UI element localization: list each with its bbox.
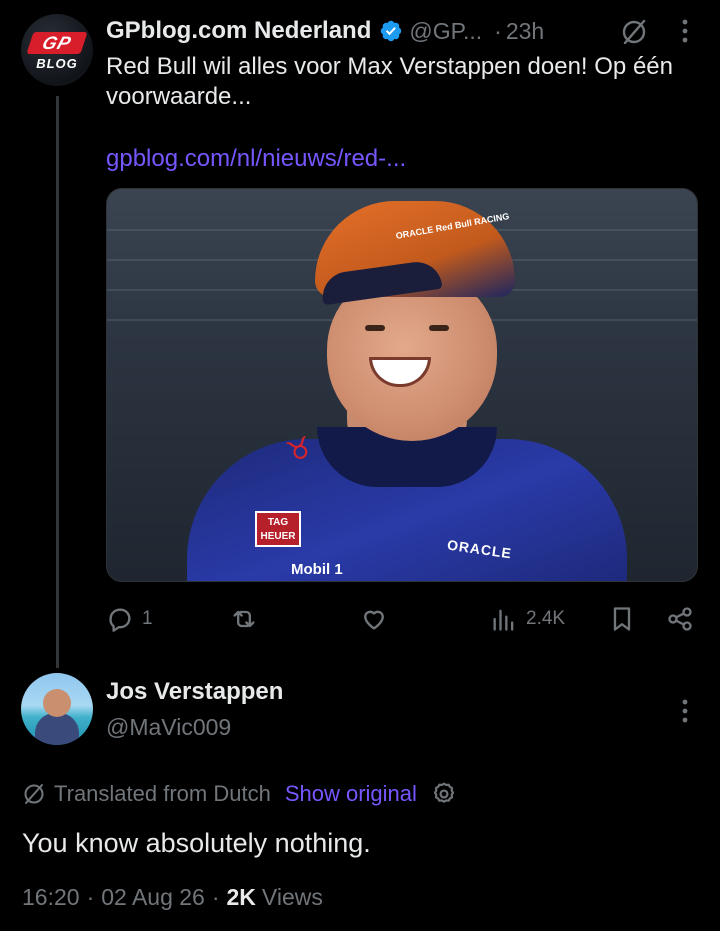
avatar-logo-gp: GP bbox=[26, 32, 88, 54]
timestamp-date[interactable]: 02 Aug 26 bbox=[101, 884, 205, 911]
tweet-text: You know absolutely nothing. bbox=[22, 828, 371, 858]
avatar-logo-blog: BLOG bbox=[36, 56, 78, 71]
author-name[interactable]: GPblog.com Nederland bbox=[106, 17, 371, 45]
share-button[interactable] bbox=[666, 602, 694, 636]
avatar[interactable] bbox=[21, 673, 93, 745]
reply-icon bbox=[109, 608, 131, 632]
views-count: 2.4K bbox=[526, 608, 566, 629]
timestamp-time[interactable]: 16:20 bbox=[22, 884, 80, 911]
tweet-text: Red Bull wil alles voor Max Verstappen d… bbox=[106, 53, 673, 110]
author-name[interactable]: Jos Verstappen bbox=[106, 678, 283, 706]
tweet-image[interactable]: ORACLE Red Bull RACING ♉ TAG HEUER Mobil… bbox=[106, 188, 698, 582]
share-icon bbox=[668, 607, 692, 631]
separator-dot: · bbox=[86, 884, 95, 910]
separator-dot: · bbox=[494, 17, 502, 44]
like-button[interactable] bbox=[360, 602, 388, 636]
repost-button[interactable] bbox=[230, 602, 258, 636]
bookmark-icon bbox=[613, 607, 631, 631]
heart-icon bbox=[364, 610, 384, 630]
tweet-actions: 1 2.4K bbox=[106, 602, 698, 636]
image-eye bbox=[365, 325, 385, 331]
image-tag-heuer-logo: TAG HEUER bbox=[255, 511, 301, 547]
more-options-icon[interactable] bbox=[678, 696, 692, 726]
more-options-icon[interactable] bbox=[678, 16, 692, 46]
image-mobil-logo: Mobil 1 bbox=[291, 561, 343, 578]
views-button[interactable]: 2.4K bbox=[490, 602, 565, 636]
repost-icon bbox=[233, 610, 255, 628]
views-count[interactable]: 2K bbox=[227, 884, 256, 911]
verified-badge-icon bbox=[381, 20, 402, 42]
grok-icon[interactable] bbox=[620, 18, 648, 46]
grok-icon bbox=[24, 784, 44, 804]
tweet-meta: 16:20 · 02 Aug 26 · 2K Views bbox=[22, 884, 323, 911]
reply-button[interactable]: 1 bbox=[106, 602, 153, 636]
separator-dot: · bbox=[211, 884, 220, 910]
image-eye bbox=[429, 325, 449, 331]
reply-count: 1 bbox=[142, 608, 153, 629]
avatar-person-head bbox=[43, 689, 71, 717]
gear-icon[interactable] bbox=[431, 781, 457, 807]
tweet-link[interactable]: gpblog.com/nl/nieuws/red-... bbox=[106, 145, 406, 173]
thread-connector-line bbox=[56, 96, 59, 668]
bookmark-button[interactable] bbox=[608, 602, 636, 636]
author-handle[interactable]: @MaVic009 bbox=[106, 714, 231, 741]
analytics-icon bbox=[493, 609, 514, 631]
avatar[interactable]: GP BLOG bbox=[21, 14, 93, 86]
tweet-header: GPblog.com Nederland @GP... · 23h bbox=[106, 14, 706, 48]
translation-bar: Translated from Dutch Show original bbox=[22, 778, 457, 810]
timestamp[interactable]: 23h bbox=[506, 18, 544, 45]
translated-label: Translated from Dutch bbox=[54, 781, 271, 806]
show-original-link[interactable]: Show original bbox=[285, 781, 417, 807]
views-label: Views bbox=[261, 884, 323, 910]
avatar-person-body bbox=[35, 713, 79, 745]
author-handle[interactable]: @GP... bbox=[409, 18, 482, 45]
